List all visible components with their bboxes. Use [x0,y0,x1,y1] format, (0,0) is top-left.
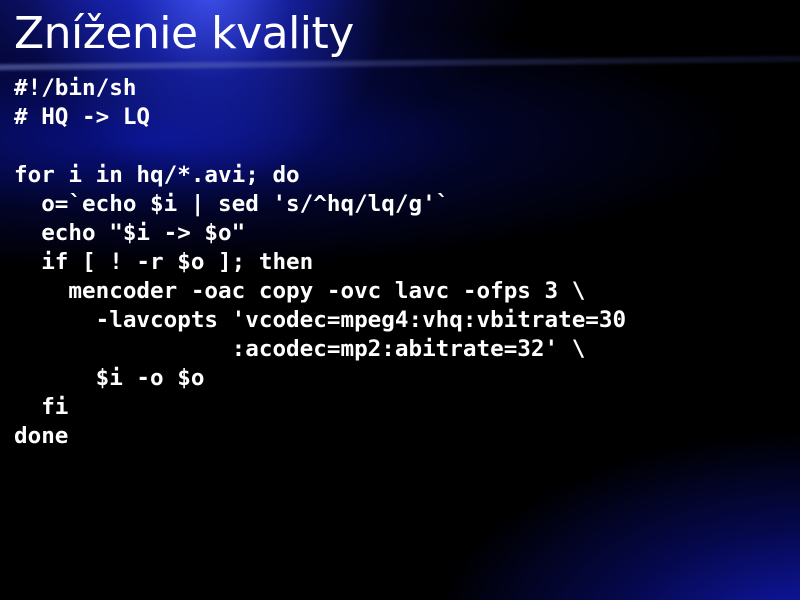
code-block: #!/bin/sh # HQ -> LQ for i in hq/*.avi; … [14,74,626,451]
code-line: $i -o $o [14,365,205,391]
code-line: mencoder -oac copy -ovc lavc -ofps 3 \ [14,278,586,304]
slide-title: Zníženie kvality [14,8,354,59]
code-line: fi [14,394,69,420]
code-line: for i in hq/*.avi; do [14,162,300,188]
code-line: :acodec=mp2:abitrate=32' \ [14,336,586,362]
code-line: # HQ -> LQ [14,104,151,130]
code-line: o=`echo $i | sed 's/^hq/lq/g'` [14,191,450,217]
code-line: -lavcopts 'vcodec=mpeg4:vhq:vbitrate=30 [14,307,627,333]
code-line: done [14,423,69,449]
code-line: #!/bin/sh [14,75,137,101]
code-line: echo "$i -> $o" [14,220,246,246]
code-line: if [ ! -r $o ]; then [14,249,314,275]
